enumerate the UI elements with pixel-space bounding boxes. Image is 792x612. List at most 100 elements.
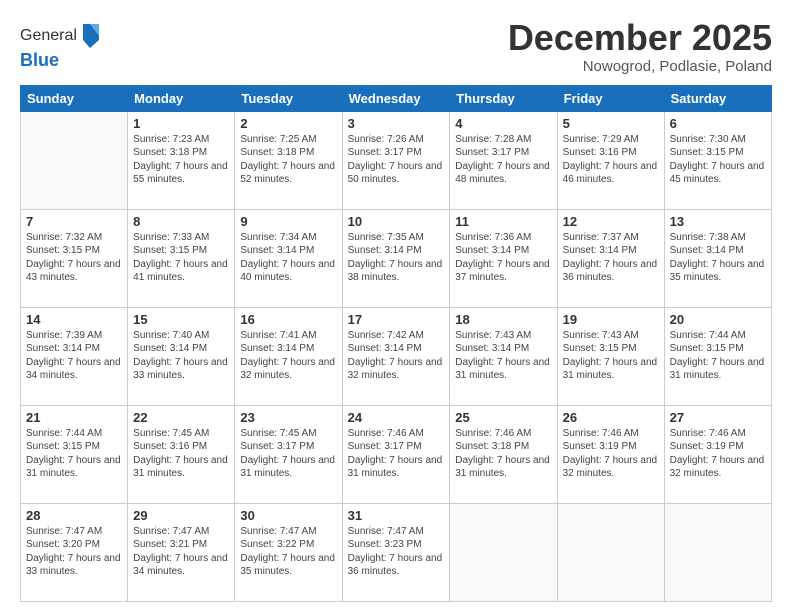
day-number: 20: [670, 312, 766, 327]
calendar-cell: 26Sunrise: 7:46 AMSunset: 3:19 PMDayligh…: [557, 405, 664, 503]
day-number: 19: [563, 312, 659, 327]
day-info: Sunrise: 7:47 AMSunset: 3:21 PMDaylight:…: [133, 525, 229, 579]
month-title: December 2025: [508, 18, 772, 58]
day-info: Sunrise: 7:30 AMSunset: 3:15 PMDaylight:…: [670, 133, 766, 187]
day-info: Sunrise: 7:46 AMSunset: 3:19 PMDaylight:…: [563, 427, 659, 481]
calendar-cell: [664, 503, 771, 601]
calendar-cell: 1Sunrise: 7:23 AMSunset: 3:18 PMDaylight…: [128, 111, 235, 209]
calendar-cell: 2Sunrise: 7:25 AMSunset: 3:18 PMDaylight…: [235, 111, 342, 209]
day-number: 21: [26, 410, 122, 425]
day-info: Sunrise: 7:45 AMSunset: 3:17 PMDaylight:…: [240, 427, 336, 481]
calendar-cell: 13 Sunrise: 7:38 AMSunset: 3:14 PMDayligh…: [664, 209, 771, 307]
calendar-cell: 18 Sunrise: 7:43 AMSunset: 3:14 PMDayligh…: [450, 307, 557, 405]
page: General Blue December 2025 Nowogrod, Pod…: [0, 0, 792, 612]
calendar-cell: [557, 503, 664, 601]
day-number: 7: [26, 214, 122, 229]
day-info: Sunrise: 7:46 AMSunset: 3:19 PMDaylight:…: [670, 427, 766, 481]
day-number: 1: [133, 116, 229, 131]
day-number: 3: [348, 116, 445, 131]
day-info: Sunrise: 7:40 AMSunset: 3:14 PMDaylight:…: [133, 329, 229, 383]
day-of-week-header: Wednesday: [342, 85, 450, 111]
calendar-cell: 23Sunrise: 7:45 AMSunset: 3:17 PMDayligh…: [235, 405, 342, 503]
day-number: 17: [348, 312, 445, 327]
calendar-cell: 16 Sunrise: 7:41 AMSunset: 3:14 PMDayligh…: [235, 307, 342, 405]
day-info: Sunrise: 7:39 AMSunset: 3:14 PMDaylight:…: [26, 329, 122, 383]
logo-general-text: General: [20, 27, 77, 45]
day-info: Sunrise: 7:34 AMSunset: 3:14 PMDaylight:…: [240, 231, 336, 285]
calendar-cell: 9 Sunrise: 7:34 AMSunset: 3:14 PMDaylight…: [235, 209, 342, 307]
day-of-week-header: Friday: [557, 85, 664, 111]
calendar-cell: [450, 503, 557, 601]
day-info: Sunrise: 7:46 AMSunset: 3:17 PMDaylight:…: [348, 427, 445, 481]
day-number: 14: [26, 312, 122, 327]
day-of-week-header: Sunday: [21, 85, 128, 111]
day-number: 15: [133, 312, 229, 327]
day-of-week-header: Monday: [128, 85, 235, 111]
day-info: Sunrise: 7:32 AMSunset: 3:15 PMDaylight:…: [26, 231, 122, 285]
day-info: Sunrise: 7:37 AMSunset: 3:14 PMDaylight:…: [563, 231, 659, 285]
day-number: 25: [455, 410, 551, 425]
day-number: 12: [563, 214, 659, 229]
location: Nowogrod, Podlasie, Poland: [508, 58, 772, 75]
day-number: 27: [670, 410, 766, 425]
day-number: 4: [455, 116, 551, 131]
day-of-week-header: Tuesday: [235, 85, 342, 111]
day-info: Sunrise: 7:44 AMSunset: 3:15 PMDaylight:…: [670, 329, 766, 383]
header: General Blue December 2025 Nowogrod, Pod…: [20, 18, 772, 75]
calendar-cell: 11Sunrise: 7:36 AMSunset: 3:14 PMDayligh…: [450, 209, 557, 307]
title-block: December 2025 Nowogrod, Podlasie, Poland: [508, 18, 772, 75]
calendar-cell: 25 Sunrise: 7:46 AMSunset: 3:18 PMDayligh…: [450, 405, 557, 503]
day-number: 9: [240, 214, 336, 229]
calendar-cell: 24 Sunrise: 7:46 AMSunset: 3:17 PMDayligh…: [342, 405, 450, 503]
logo-icon: [79, 22, 101, 50]
day-info: Sunrise: 7:36 AMSunset: 3:14 PMDaylight:…: [455, 231, 551, 285]
calendar-cell: [21, 111, 128, 209]
calendar-cell: 19 Sunrise: 7:43 AMSunset: 3:15 PMDayligh…: [557, 307, 664, 405]
day-info: Sunrise: 7:45 AMSunset: 3:16 PMDaylight:…: [133, 427, 229, 481]
day-info: Sunrise: 7:47 AMSunset: 3:20 PMDaylight:…: [26, 525, 122, 579]
day-info: Sunrise: 7:46 AMSunset: 3:18 PMDaylight:…: [455, 427, 551, 481]
calendar-cell: 27 Sunrise: 7:46 AMSunset: 3:19 PMDayligh…: [664, 405, 771, 503]
calendar-cell: 21 Sunrise: 7:44 AMSunset: 3:15 PMDayligh…: [21, 405, 128, 503]
day-number: 16: [240, 312, 336, 327]
logo: General Blue: [20, 22, 101, 71]
day-number: 6: [670, 116, 766, 131]
calendar-cell: 8 Sunrise: 7:33 AMSunset: 3:15 PMDaylight…: [128, 209, 235, 307]
day-number: 10: [348, 214, 445, 229]
day-number: 13: [670, 214, 766, 229]
calendar-cell: 29 Sunrise: 7:47 AMSunset: 3:21 PMDayligh…: [128, 503, 235, 601]
calendar-cell: 30 Sunrise: 7:47 AMSunset: 3:22 PMDayligh…: [235, 503, 342, 601]
day-number: 24: [348, 410, 445, 425]
calendar-cell: 5Sunrise: 7:29 AMSunset: 3:16 PMDaylight…: [557, 111, 664, 209]
day-of-week-header: Thursday: [450, 85, 557, 111]
calendar-cell: 22 Sunrise: 7:45 AMSunset: 3:16 PMDayligh…: [128, 405, 235, 503]
day-number: 2: [240, 116, 336, 131]
calendar-cell: 7 Sunrise: 7:32 AMSunset: 3:15 PMDaylight…: [21, 209, 128, 307]
day-info: Sunrise: 7:47 AMSunset: 3:23 PMDaylight:…: [348, 525, 445, 579]
logo-blue-text: Blue: [20, 50, 59, 70]
day-info: Sunrise: 7:26 AMSunset: 3:17 PMDaylight:…: [348, 133, 445, 187]
day-info: Sunrise: 7:29 AMSunset: 3:16 PMDaylight:…: [563, 133, 659, 187]
calendar-cell: 3 Sunrise: 7:26 AMSunset: 3:17 PMDaylight…: [342, 111, 450, 209]
day-number: 30: [240, 508, 336, 523]
day-info: Sunrise: 7:42 AMSunset: 3:14 PMDaylight:…: [348, 329, 445, 383]
day-info: Sunrise: 7:38 AMSunset: 3:14 PMDaylight:…: [670, 231, 766, 285]
calendar-cell: 10Sunrise: 7:35 AMSunset: 3:14 PMDayligh…: [342, 209, 450, 307]
day-number: 22: [133, 410, 229, 425]
day-number: 18: [455, 312, 551, 327]
calendar-cell: 6 Sunrise: 7:30 AMSunset: 3:15 PMDaylight…: [664, 111, 771, 209]
day-info: Sunrise: 7:33 AMSunset: 3:15 PMDaylight:…: [133, 231, 229, 285]
day-number: 29: [133, 508, 229, 523]
calendar-cell: 20 Sunrise: 7:44 AMSunset: 3:15 PMDayligh…: [664, 307, 771, 405]
calendar-cell: 12 Sunrise: 7:37 AMSunset: 3:14 PMDayligh…: [557, 209, 664, 307]
day-number: 31: [348, 508, 445, 523]
day-info: Sunrise: 7:43 AMSunset: 3:15 PMDaylight:…: [563, 329, 659, 383]
calendar-cell: 28Sunrise: 7:47 AMSunset: 3:20 PMDayligh…: [21, 503, 128, 601]
day-info: Sunrise: 7:44 AMSunset: 3:15 PMDaylight:…: [26, 427, 122, 481]
day-info: Sunrise: 7:41 AMSunset: 3:14 PMDaylight:…: [240, 329, 336, 383]
day-number: 8: [133, 214, 229, 229]
calendar-cell: 14 Sunrise: 7:39 AMSunset: 3:14 PMDayligh…: [21, 307, 128, 405]
calendar-cell: 31 Sunrise: 7:47 AMSunset: 3:23 PMDayligh…: [342, 503, 450, 601]
day-info: Sunrise: 7:43 AMSunset: 3:14 PMDaylight:…: [455, 329, 551, 383]
day-info: Sunrise: 7:47 AMSunset: 3:22 PMDaylight:…: [240, 525, 336, 579]
